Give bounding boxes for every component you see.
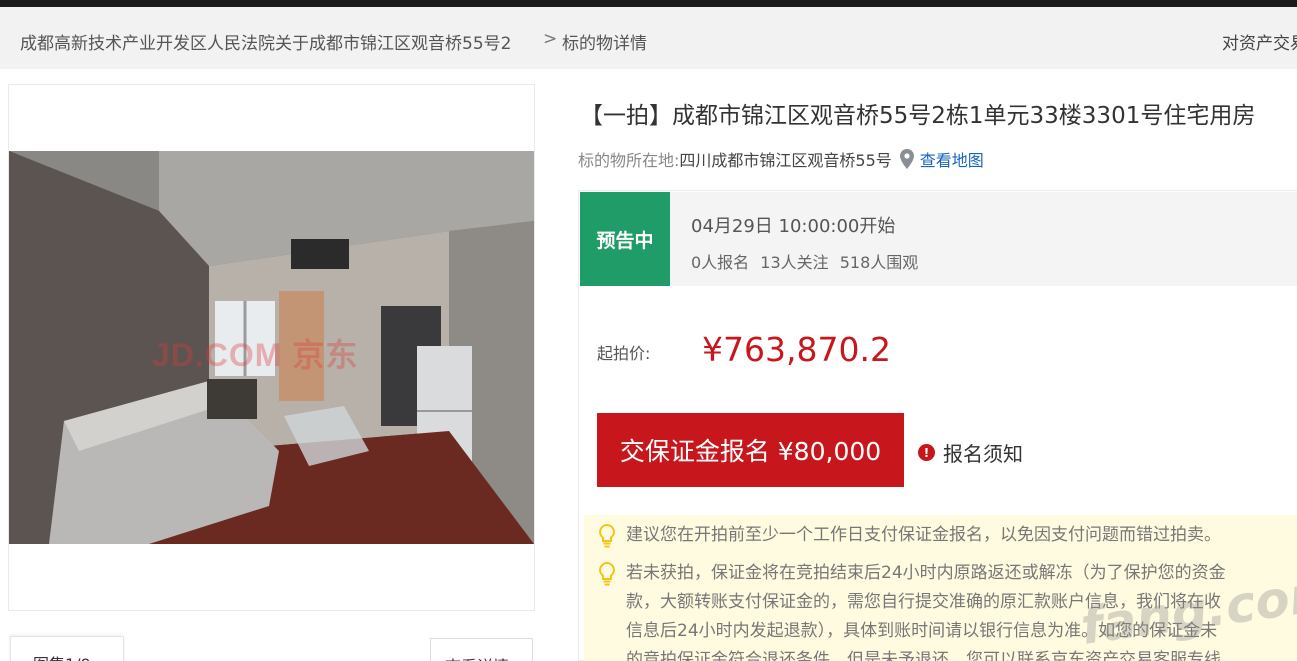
registered-count: 0人报名: [691, 253, 750, 272]
location-row: 标的物所在地: 四川成都市锦江区观音桥55号 查看地图: [578, 147, 984, 171]
top-border: [0, 0, 1297, 7]
tip-text: 若未获拍，保证金将在竞拍结束后24小时内原路返还或解冻（为了保护您的资金: [626, 563, 1226, 583]
starting-price-label: 起拍价:: [597, 344, 651, 363]
exclamation-circle-icon: !: [918, 444, 935, 461]
view-map-link[interactable]: 查看地图: [920, 147, 984, 171]
tip-item: 建议您在开拍前至少一个工作日支付保证金报名，以免因支付问题而错过拍卖。: [596, 521, 1221, 550]
breadcrumb-current: 标的物详情: [562, 34, 647, 54]
photo-watermark: JD.COM 京东: [152, 337, 359, 373]
pay-deposit-button[interactable]: 交保证金报名 ¥80,000: [597, 413, 904, 487]
listing-title: 【一拍】成都市锦江区观音桥55号2栋1单元33楼3301号住宅用房: [580, 103, 1256, 129]
view-details-button[interactable]: 查看详情: [430, 638, 533, 661]
registration-notice-link[interactable]: ! 报名须知: [918, 438, 1023, 467]
map-pin-icon: [899, 149, 914, 169]
breadcrumb-link-court[interactable]: 成都高新技术产业开发区人民法院关于成都市锦江区观音桥55号2: [20, 29, 511, 54]
viewer-count: 518人围观: [839, 253, 919, 272]
lightbulb-icon: [599, 561, 615, 586]
status-badge: 预告中: [580, 192, 670, 286]
location-value: 四川成都市锦江区观音桥55号: [679, 151, 892, 170]
breadcrumb: 成都高新技术产业开发区人民法院关于成都市锦江区观音桥55号2 > 标的物详情 对…: [0, 7, 1297, 69]
lightbulb-icon: [599, 523, 615, 548]
starting-price-value: ¥763,870.2: [702, 330, 891, 369]
tip-text: 建议您在开拍前至少一个工作日支付保证金报名，以免因支付问题而错过拍卖。: [626, 525, 1221, 545]
auction-start-time: 04月29日 10:00:00开始: [691, 216, 896, 237]
auction-stats: 0人报名 13人关注 518人围观: [691, 249, 924, 273]
registration-notice-label: 报名须知: [943, 442, 1023, 466]
status-strip: [580, 192, 1297, 286]
follower-count: 13人关注: [760, 253, 829, 272]
location-label: 标的物所在地:: [578, 151, 680, 170]
asset-trade-link[interactable]: 对资产交易: [1222, 29, 1297, 54]
gallery-count-tab[interactable]: 图集1/9: [10, 636, 124, 661]
breadcrumb-separator: >: [543, 29, 558, 49]
